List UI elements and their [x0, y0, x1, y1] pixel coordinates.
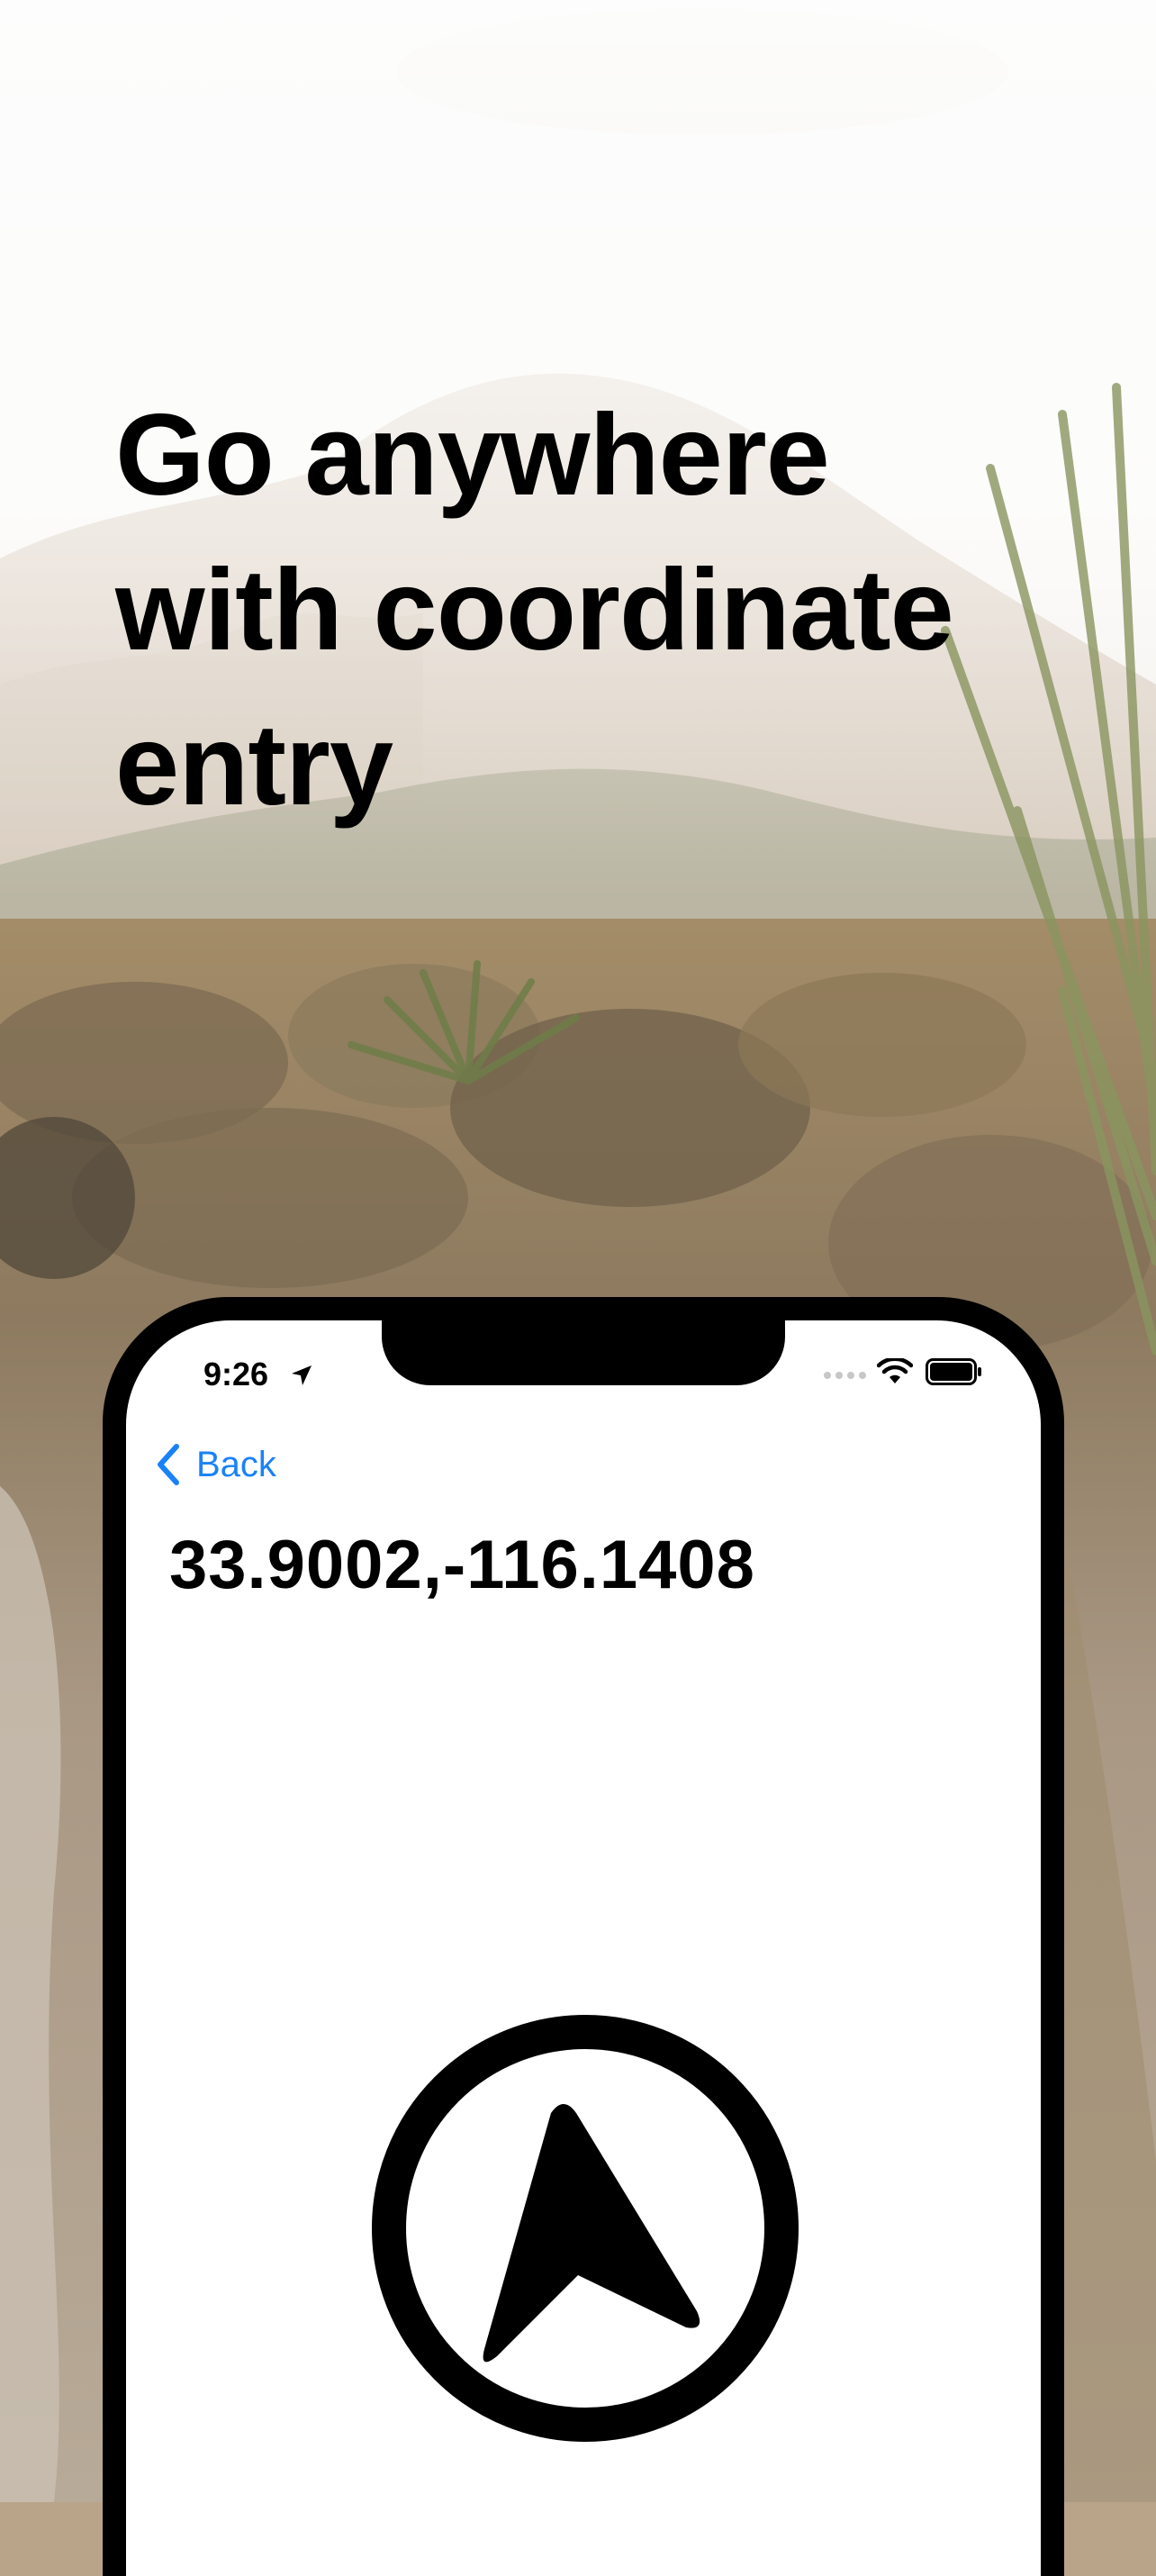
coordinates-text: 33.9002,-116.1408 [169, 1527, 755, 1603]
promo-headline: Go anywhere with coordinate entry [115, 391, 954, 830]
phone-screen: 9:26 Back 33.9002,-116.1408 [126, 1320, 1041, 2576]
back-button[interactable]: Back [155, 1439, 276, 1490]
phone-notch [382, 1320, 785, 1385]
wifi-icon [877, 1358, 913, 1383]
back-label: Back [196, 1444, 276, 1484]
chevron-left-icon [158, 1444, 179, 1485]
navigation-arrow-icon[interactable] [371, 2014, 799, 2443]
signal-dots-icon [824, 1372, 866, 1379]
location-arrow-icon [292, 1365, 312, 1385]
status-time: 9:26 [203, 1356, 269, 1392]
battery-icon [926, 1358, 981, 1385]
phone-frame: 9:26 Back 33.9002,-116.1408 [103, 1297, 1064, 2576]
